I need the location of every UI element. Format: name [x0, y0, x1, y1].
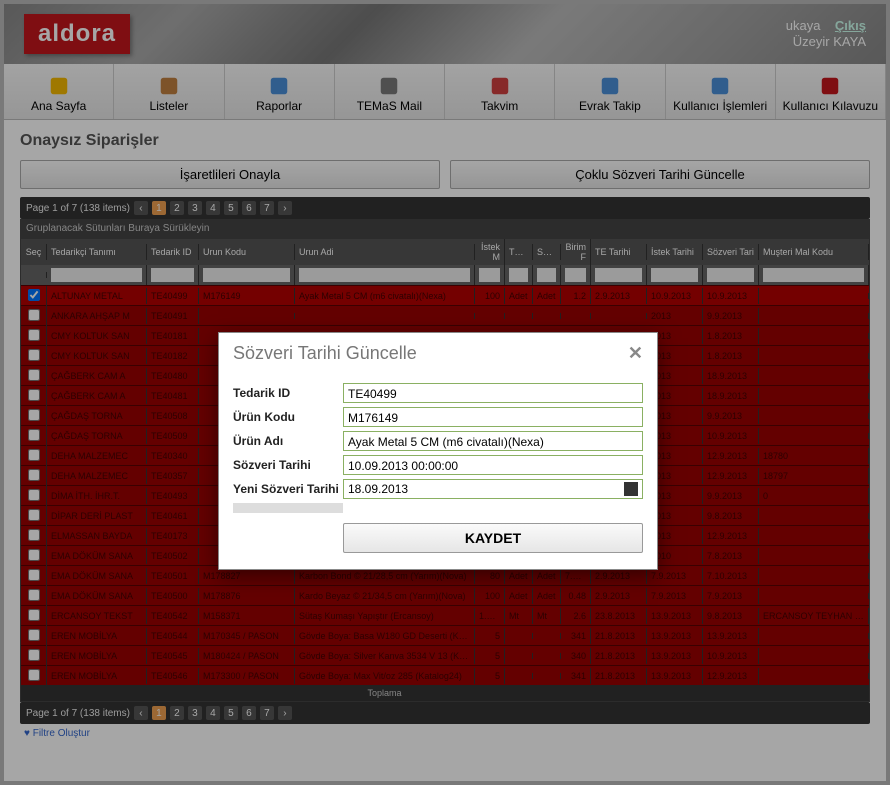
sozveri-tarihi-value: 10.09.2013 00:00:00 — [343, 455, 643, 475]
sozveri-tarihi-label: Sözveri Tarihi — [233, 458, 343, 472]
yeni-sozveri-label: Yeni Sözveri Tarihi — [233, 482, 343, 496]
tedarik-id-label: Tedarik ID — [233, 386, 343, 400]
dialog-close-button[interactable]: ✕ — [628, 343, 643, 364]
app-window: aldora ukaya Çıkış Üzeyir KAYA Ana Sayfa… — [0, 0, 890, 785]
dialog-title: Sözveri Tarihi Güncelle — [233, 343, 417, 364]
urun-adi-value: Ayak Metal 5 CM (m6 civatalı)(Nexa) — [343, 431, 643, 451]
urun-adi-label: Ürün Adı — [233, 434, 343, 448]
sozveri-update-dialog: Sözveri Tarihi Güncelle ✕ Tedarik ID TE4… — [218, 332, 658, 570]
urun-kodu-label: Ürün Kodu — [233, 410, 343, 424]
dialog-body: Tedarik ID TE40499 Ürün Kodu M176149 Ürü… — [219, 373, 657, 569]
yeni-sozveri-input[interactable]: 18.09.2013 — [343, 479, 643, 499]
dialog-header: Sözveri Tarihi Güncelle ✕ — [219, 333, 657, 373]
progress-bar — [233, 503, 343, 513]
tedarik-id-value: TE40499 — [343, 383, 643, 403]
urun-kodu-value: M176149 — [343, 407, 643, 427]
dialog-save-button[interactable]: KAYDET — [343, 523, 643, 553]
calendar-icon[interactable] — [624, 482, 638, 496]
